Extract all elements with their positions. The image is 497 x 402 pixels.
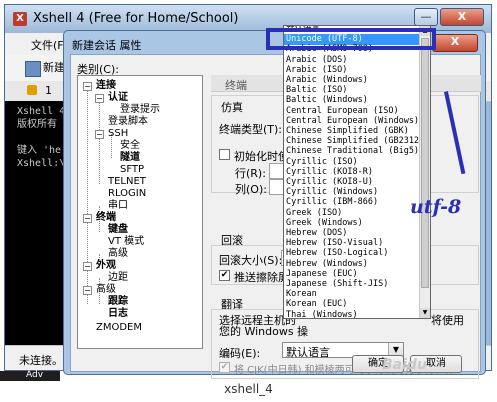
encoding-dropdown-list[interactable]: 默认语言 Unicode (UTF-8) Arabic (ASMO 708) Arab… — [283, 25, 431, 319]
xshell-logo-icon: X — [13, 12, 27, 26]
session-pin-icon[interactable] — [27, 85, 37, 95]
tree-guide — [87, 86, 88, 304]
new-session-icon — [25, 61, 41, 77]
status-text: 未连接。 — [19, 354, 63, 367]
tree-collapse-icon[interactable]: − — [95, 130, 104, 139]
tree-item-appearance[interactable]: 外观 — [96, 260, 116, 272]
scroll-down-arrow-icon[interactable]: ▼ — [420, 308, 430, 318]
emulation-label: 仿真 — [221, 101, 243, 114]
tree-item-keyboard[interactable]: 键盘 — [108, 224, 128, 236]
dialog-title: 新建会话 属性 — [72, 39, 142, 52]
encoding-label: 编码(E): — [219, 347, 261, 360]
terminal-line: 版权所有 — [17, 119, 57, 130]
tree-item-terminal[interactable]: 终端 — [96, 212, 116, 224]
tree-item-vt-mode[interactable]: VT 模式 — [108, 236, 144, 248]
tree-item-advanced2[interactable]: 高级 — [96, 284, 116, 296]
tree-item-connection[interactable]: 连接 — [96, 80, 116, 92]
translate-desc-right: 将使用 — [431, 314, 464, 327]
cjk-checkbox[interactable]: ✔ — [219, 362, 230, 373]
terminal-area[interactable]: Xshell 4 版权所有 键入 'he Xshell:\> — [5, 101, 72, 345]
xshell-window-title: Xshell 4 (Free for Home/School) — [33, 11, 239, 26]
taskbar-label: Adv — [26, 370, 44, 380]
tree-item-margins[interactable]: 边距 — [108, 272, 128, 284]
init-checkbox-label: 初始化时使 — [234, 150, 289, 163]
tree-item-sftp[interactable]: SFTP — [120, 164, 144, 176]
rows-label: 行(R): — [235, 167, 266, 180]
tree-item-zmodem[interactable]: ZMODEM — [96, 322, 142, 334]
tree-guide — [99, 98, 100, 184]
dialog-close-button[interactable]: X — [432, 34, 478, 52]
tree-item-security[interactable]: 安全 — [120, 140, 140, 152]
terminal-type-label: 终端类型(T): — [219, 123, 283, 136]
new-session-label: 新建 — [43, 61, 65, 74]
tree-item-log[interactable]: 日志 — [108, 308, 128, 320]
terminal-line: 键入 'he — [17, 145, 62, 156]
category-tree[interactable]: − 连接 − 认证 登录提示 登录脚本 − SSH 安全 隧道 SFTP TEL… — [77, 75, 203, 349]
highlight-box — [266, 28, 436, 50]
tree-item-ssh[interactable]: SSH — [108, 128, 128, 140]
tree-collapse-icon[interactable]: − — [83, 262, 92, 271]
tree-item-telnet[interactable]: TELNET — [108, 176, 146, 188]
terminal-line: Xshell:\> — [17, 158, 72, 169]
tree-item-auth[interactable]: 认证 — [108, 92, 128, 104]
minimize-button[interactable]: — — [414, 8, 438, 26]
annotation-text: utf-8 — [410, 196, 462, 218]
image-caption: xshell_4 — [224, 382, 273, 396]
dropdown-scrollbar[interactable]: ▲ ▼ — [419, 26, 430, 318]
push-checkbox[interactable]: ✔ — [219, 270, 230, 281]
tree-item-tunnel[interactable]: 隧道 — [120, 152, 140, 164]
watermark: Baidu — [382, 357, 427, 373]
encoding-select-value: 默认语言 — [286, 346, 330, 359]
panel-header-title: 终端 — [225, 79, 247, 92]
tree-item-advanced[interactable]: 高级 — [108, 248, 128, 260]
tree-collapse-icon[interactable]: − — [83, 286, 92, 295]
xshell-close-button[interactable]: X — [440, 8, 484, 26]
scroll-size-label: 回滚大小(S): — [219, 254, 283, 267]
session-tab[interactable]: 1 — [45, 84, 52, 97]
tree-collapse-icon[interactable]: − — [83, 214, 92, 223]
tree-collapse-icon[interactable]: − — [95, 94, 104, 103]
tree-item-login-script[interactable]: 登录脚本 — [108, 116, 148, 128]
scroll-thumb[interactable] — [421, 38, 429, 288]
init-checkbox[interactable] — [219, 149, 230, 160]
terminal-line: Xshell 4 — [17, 106, 66, 117]
tree-item-login-prompt[interactable]: 登录提示 — [120, 104, 160, 116]
tree-item-serial[interactable]: 串口 — [108, 200, 128, 212]
tree-item-tracking[interactable]: 跟踪 — [108, 296, 128, 308]
tree-item-rlogin[interactable]: RLOGIN — [108, 188, 146, 200]
cols-label: 列(O): — [235, 183, 267, 196]
translate-desc-2: 您的 Windows 操 — [219, 325, 309, 338]
tree-collapse-icon[interactable]: − — [83, 82, 92, 91]
encoding-option[interactable]: Thai (Windows) — [284, 310, 422, 318]
